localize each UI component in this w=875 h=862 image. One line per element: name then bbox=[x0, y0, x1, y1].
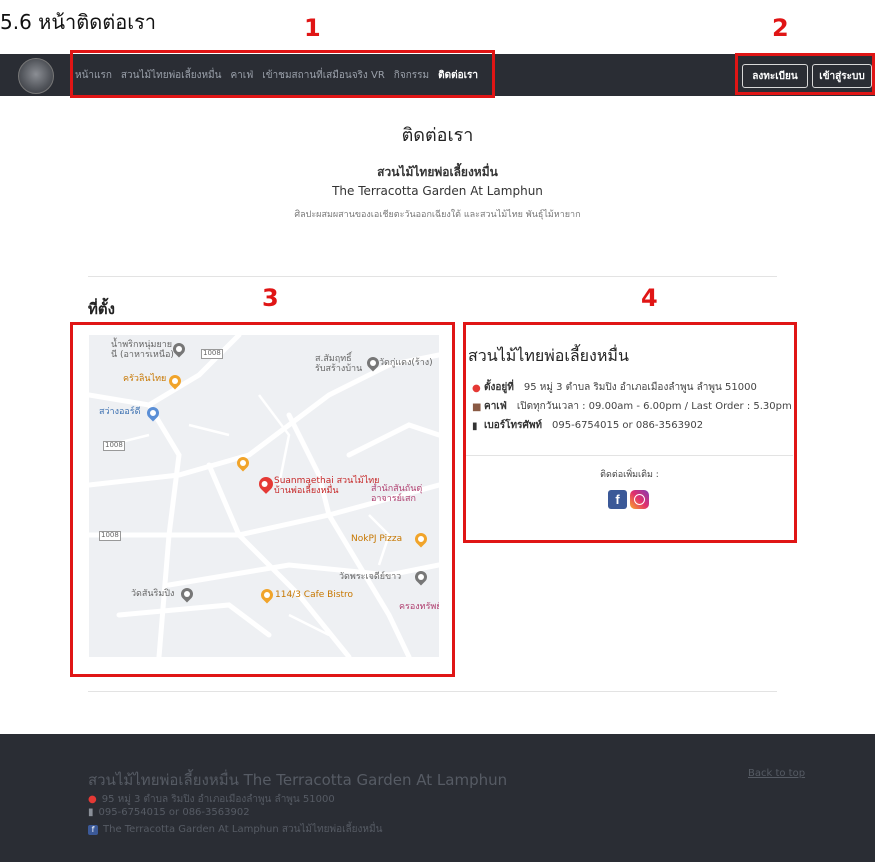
map-label: วัดกู่แดง(ร้าง) bbox=[379, 358, 433, 368]
phone-icon: ▮ bbox=[472, 421, 478, 432]
garden-tagline: ศิลปะผสมผสานของเอเชียตะวันออกเฉียงใต้ แล… bbox=[294, 210, 581, 220]
address-row: ● ตั้งอยู่ที่ 95 หมู่ 3 ตำบล ริมปิง อำเภ… bbox=[472, 380, 757, 395]
phone-label: เบอร์โทรศัพท์ bbox=[484, 420, 543, 431]
instagram-icon[interactable] bbox=[630, 490, 649, 509]
annotation-2: 2 bbox=[772, 14, 789, 42]
facebook-icon: f bbox=[88, 824, 98, 835]
page-title: ติดต่อเรา bbox=[401, 125, 474, 146]
map-label: ส.สัมฤทธิ์ รับสร้างบ้าน bbox=[315, 354, 363, 374]
facebook-icon[interactable]: f bbox=[608, 490, 627, 509]
annotation-1: 1 bbox=[304, 14, 321, 42]
footer-phone-row: ▮ 095-6754015 or 086-3563902 bbox=[88, 807, 250, 818]
map-label: วัดพระเจดีย์ขาว bbox=[339, 572, 402, 582]
map-label: NokPJ Pizza bbox=[351, 534, 403, 544]
bottom-divider bbox=[88, 691, 777, 692]
annotation-3: 3 bbox=[262, 284, 279, 312]
location-heading: ที่ตั้ง bbox=[88, 300, 115, 318]
footer-title: สวนไม้ไทยพ่อเลี้ยงหมื่น The Terracotta G… bbox=[88, 771, 508, 789]
site-logo[interactable] bbox=[18, 58, 54, 94]
map-label: น้ำพริกหนุ่มยาย นี (อาหารเหนือ) bbox=[111, 340, 174, 360]
map-marker-icon: ● bbox=[88, 794, 97, 805]
map-label: ครองทรัพย์ bbox=[399, 602, 439, 612]
divider bbox=[88, 276, 777, 277]
cafe-icon: ■ bbox=[472, 402, 482, 413]
address-value: 95 หมู่ 3 ตำบล ริมปิง อำเภอเมืองลำพูน ลำ… bbox=[523, 382, 757, 393]
address-label: ตั้งอยู่ที่ bbox=[484, 382, 514, 393]
map-label: 114/3 Cafe Bistro bbox=[275, 590, 354, 600]
back-to-top-link[interactable]: Back to top bbox=[748, 768, 805, 779]
annotation-4: 4 bbox=[641, 284, 658, 312]
figure-caption: 5.6 หน้าติดต่อเรา bbox=[0, 10, 157, 34]
annotation-box-1 bbox=[70, 50, 495, 98]
cafe-row: ■ คาเฟ่ เปิดทุกวันเวลา : 09.00am - 6.00p… bbox=[472, 399, 792, 414]
phone-row: ▮ เบอร์โทรศัพท์ 095-6754015 or 086-35639… bbox=[472, 418, 703, 433]
cafe-hours: เปิดทุกวันเวลา : 09.00am - 6.00pm / Last… bbox=[516, 401, 792, 412]
map-marker-icon: ● bbox=[472, 383, 481, 394]
annotation-box-2 bbox=[735, 53, 875, 95]
footer-address: 95 หมู่ 3 ตำบล ริมปิง อำเภอเมืองลำพูน ลำ… bbox=[101, 794, 335, 805]
map-label: Suanmaethai สวนไม้ไทย บ้านพ่อเลี้ยงหมื่น bbox=[274, 476, 380, 496]
footer-phone: 095-6754015 or 086-3563902 bbox=[98, 807, 250, 818]
footer-facebook-row[interactable]: f The Terracotta Garden At Lamphun สวนไม… bbox=[88, 822, 382, 837]
garden-name-th: สวนไม้ไทยพ่อเลี้ยงหมื่น bbox=[377, 165, 498, 179]
phone-icon: ▮ bbox=[88, 807, 94, 818]
road-shield: 1008 bbox=[201, 349, 223, 359]
map-label: สำนักสันถันตุ่ อาจารย์เสก bbox=[371, 484, 423, 504]
phone-value: 095-6754015 or 086-3563902 bbox=[552, 420, 704, 431]
footer-facebook[interactable]: The Terracotta Garden At Lamphun สวนไม้ไ… bbox=[103, 822, 382, 837]
cafe-label: คาเฟ่ bbox=[484, 401, 507, 412]
road-shield: 1008 bbox=[103, 441, 125, 451]
more-contact-label: ติดต่อเพิ่มเติม : bbox=[600, 470, 659, 480]
map-label: สว่างออร์ดี bbox=[99, 407, 141, 417]
footer: สวนไม้ไทยพ่อเลี้ยงหมื่น The Terracotta G… bbox=[0, 734, 875, 862]
info-title: สวนไม้ไทยพ่อเลี้ยงหมื่น bbox=[468, 346, 629, 365]
footer-address-row: ● 95 หมู่ 3 ตำบล ริมปิง อำเภอเมืองลำพูน … bbox=[88, 792, 335, 807]
map-label: วัดสันริมปิง bbox=[131, 589, 175, 599]
info-divider bbox=[466, 455, 793, 456]
road-shield: 1008 bbox=[99, 531, 121, 541]
garden-name-en: The Terracotta Garden At Lamphun bbox=[332, 184, 543, 198]
map-label: ครัวลินไทย bbox=[123, 374, 167, 384]
location-map[interactable]: น้ำพริกหนุ่มยาย นี (อาหารเหนือ) ส.สัมฤทธ… bbox=[89, 335, 439, 657]
